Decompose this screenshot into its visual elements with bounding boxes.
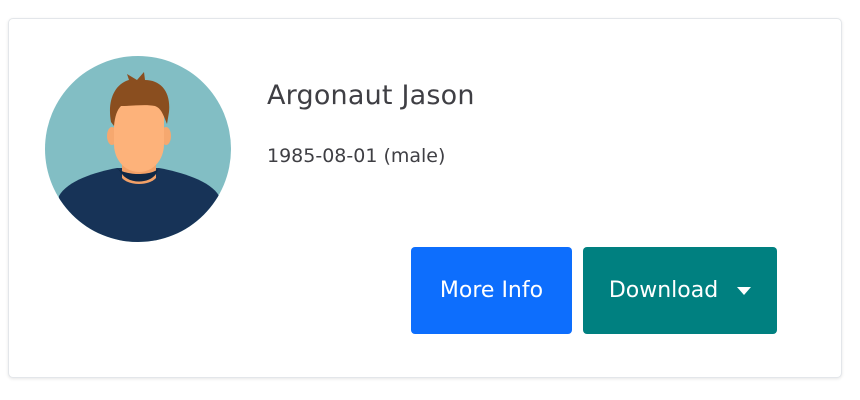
more-info-label: More Info: [439, 278, 544, 303]
profile-name: Argonaut Jason: [267, 80, 475, 111]
download-dropdown-button[interactable]: Download: [583, 247, 777, 334]
download-label: Download: [608, 278, 719, 303]
profile-birth-info: 1985-08-01 (male): [267, 145, 446, 167]
male-avatar-icon: [45, 56, 231, 242]
more-info-button[interactable]: More Info: [411, 247, 572, 334]
avatar: [45, 56, 231, 242]
caret-down-icon: [737, 286, 752, 295]
profile-card: Argonaut Jason 1985-08-01 (male) More In…: [8, 18, 842, 378]
